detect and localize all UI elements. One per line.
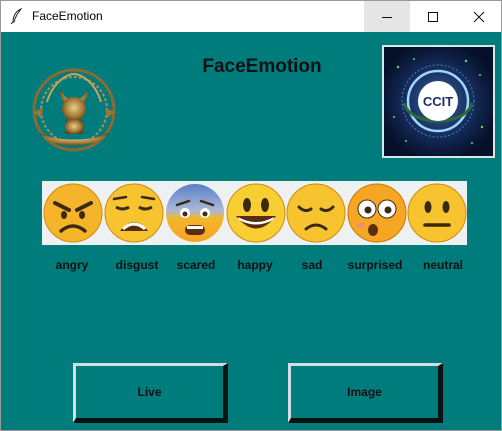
emotion-label-surprised: surprised — [347, 258, 403, 272]
live-button[interactable]: Live — [73, 363, 228, 423]
emotion-label-sad: sad — [301, 258, 323, 272]
sad-face-icon — [286, 183, 346, 243]
surprised-face-icon — [347, 183, 407, 243]
happy-face-icon — [226, 183, 286, 243]
maximize-button[interactable] — [410, 1, 456, 32]
emotion-label-neutral: neutral — [422, 258, 464, 272]
close-button[interactable] — [456, 1, 502, 32]
app-window: FaceEmotion FaceEmotion CCIT angry disgu… — [0, 0, 502, 431]
disgust-face-icon — [104, 183, 164, 243]
ccit-emblem-icon: CCIT — [384, 47, 493, 156]
window-title: FaceEmotion — [32, 9, 103, 23]
title-bar: FaceEmotion — [1, 1, 501, 32]
ccit-logo: CCIT — [382, 45, 495, 158]
ccit-logo-text: CCIT — [423, 94, 453, 109]
emotion-strip — [42, 181, 467, 245]
main-panel: FaceEmotion CCIT angry disgust scared ha… — [1, 32, 501, 430]
maximize-icon — [428, 11, 438, 22]
scared-face-icon — [166, 184, 224, 242]
feather-icon — [10, 8, 23, 24]
university-emblem-logo — [32, 68, 116, 152]
neutral-face-icon — [407, 183, 467, 243]
angry-face-icon — [43, 183, 103, 243]
emotion-label-angry: angry — [55, 258, 89, 272]
emotion-label-disgust: disgust — [115, 258, 159, 272]
image-button[interactable]: Image — [288, 363, 443, 423]
minimize-icon — [382, 16, 392, 18]
emotion-label-scared: scared — [176, 258, 216, 272]
emotion-label-happy: happy — [237, 258, 273, 272]
close-icon — [473, 11, 485, 22]
minimize-button[interactable] — [364, 1, 410, 32]
